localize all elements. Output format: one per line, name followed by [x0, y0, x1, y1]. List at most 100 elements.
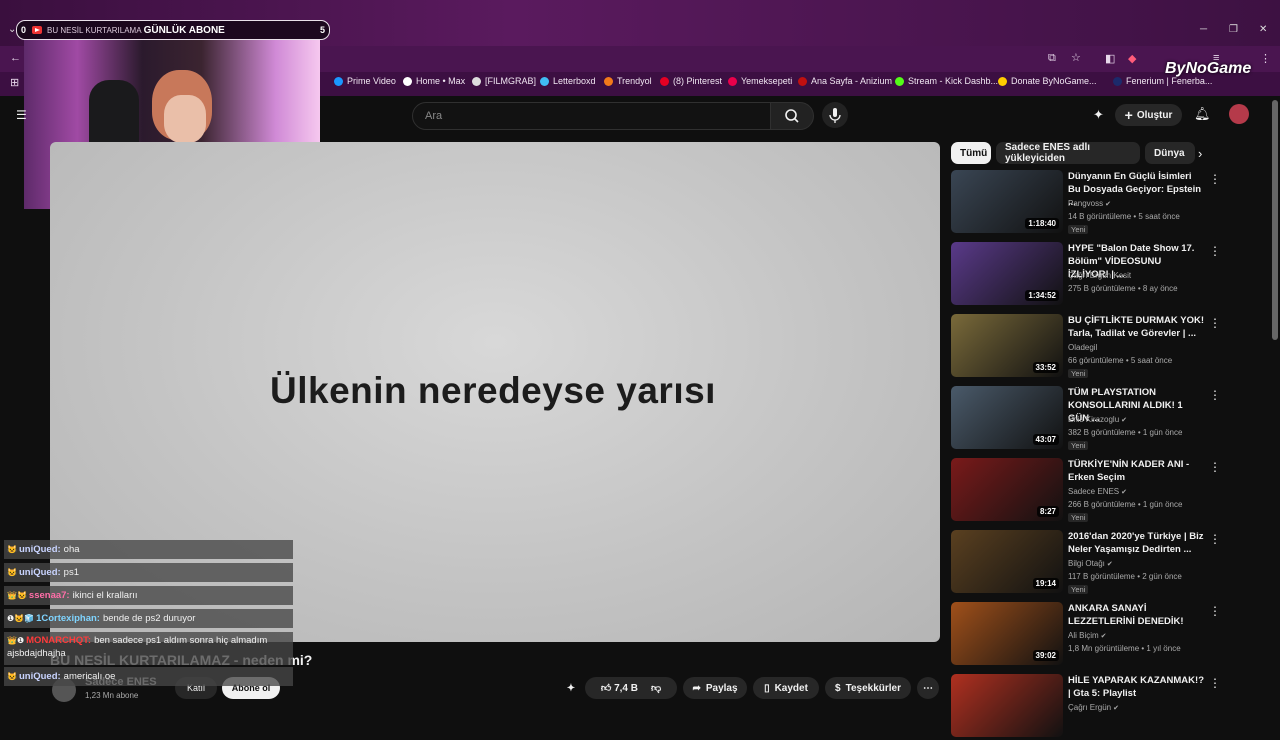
more-options-icon[interactable]: ⋮: [1209, 244, 1221, 258]
save-button[interactable]: ▯ Kaydet: [753, 677, 819, 699]
bookmark-star-icon[interactable]: ☆: [1071, 51, 1081, 64]
browser-menu-icon[interactable]: ⋮: [1260, 52, 1271, 65]
new-badge: Yeni: [1068, 441, 1089, 450]
recommended-title[interactable]: BU ÇİFTLİKTE DURMAK YOK! Tarla, Tadilat …: [1068, 314, 1204, 340]
notifications-bell-icon[interactable]: 🔔︎: [1194, 106, 1211, 122]
video-thumbnail[interactable]: 1:18:40: [951, 170, 1063, 233]
recommended-channel[interactable]: Ali Biçim ✔: [1068, 631, 1106, 640]
bookmark-item[interactable]: Ana Sayfa - Anizium: [798, 76, 892, 86]
video-thumbnail[interactable]: 33:52: [951, 314, 1063, 377]
more-options-icon[interactable]: ⋮: [1209, 172, 1221, 186]
video-thumbnail[interactable]: [951, 674, 1063, 737]
recommended-channel[interactable]: Sadece ENES ✔: [1068, 487, 1127, 496]
recommended-video[interactable]: 8:27 TÜRKİYE'NİN KADER ANI - Erken Seçim S…: [951, 458, 1221, 524]
verified-check-icon: ✔: [1119, 417, 1127, 424]
recommended-channel[interactable]: Bilgi Otağı ✔: [1068, 559, 1113, 568]
recommended-title[interactable]: TÜRKİYE'NİN KADER ANI - Erken Seçim: [1068, 458, 1204, 484]
recommended-video[interactable]: 19:14 2016'dan 2020'ye Türkiye | Biz Nele…: [951, 530, 1221, 596]
dislike-button[interactable]: 👎︎: [651, 682, 661, 694]
more-options-icon[interactable]: ⋮: [1209, 604, 1221, 618]
bookmark-item[interactable]: Letterboxd: [540, 76, 596, 86]
translate-icon[interactable]: ◧: [1105, 52, 1115, 65]
more-options-icon[interactable]: ⋮: [1209, 388, 1221, 402]
bookmark-item[interactable]: Prime Video: [334, 76, 396, 86]
chip-world[interactable]: Dünya: [1145, 142, 1195, 164]
video-thumbnail[interactable]: 39:02: [951, 602, 1063, 665]
recommended-video[interactable]: HİLE YAPARAK KAZANMAK!? | Gta 5: Playlis…: [951, 674, 1221, 740]
verified-check-icon: ✔: [1104, 561, 1113, 568]
ask-ai-icon[interactable]: ✦: [560, 677, 582, 699]
more-options-icon[interactable]: ⋮: [1209, 460, 1221, 474]
recommended-channel[interactable]: Çağrı Ergün Kesit: [1068, 271, 1131, 280]
chip-channel[interactable]: Sadece ENES adlı yükleyiciden: [996, 142, 1140, 164]
voice-search-button[interactable]: [822, 102, 848, 128]
close-icon[interactable]: ✕: [1259, 24, 1267, 35]
bookmark-label: Letterboxd: [553, 76, 596, 86]
maximize-icon[interactable]: ❐: [1229, 24, 1238, 35]
share-button[interactable]: ➦ Paylaş: [683, 677, 747, 699]
create-button[interactable]: + Oluştur: [1115, 104, 1182, 126]
more-options-icon[interactable]: ⋮: [1209, 532, 1221, 546]
like-button[interactable]: 👍︎ 7,4 B: [601, 682, 638, 694]
recommended-channel[interactable]: Pangvoss ✔: [1068, 199, 1111, 208]
video-thumbnail[interactable]: 1:34:52: [951, 242, 1063, 305]
search-button[interactable]: [770, 102, 814, 130]
account-avatar[interactable]: [1229, 104, 1249, 124]
bookmark-item[interactable]: [FILMGRAB]: [472, 76, 536, 86]
video-duration: 33:52: [1032, 362, 1059, 373]
more-actions-button[interactable]: ⋯: [917, 677, 939, 699]
install-app-icon[interactable]: ⧉: [1048, 52, 1056, 65]
minimize-icon[interactable]: ─: [1200, 24, 1207, 35]
search-icon: [785, 109, 799, 123]
bookmark-item[interactable]: Yemeksepeti: [728, 76, 792, 86]
chevron-right-icon[interactable]: ›: [1198, 146, 1202, 161]
chat-text: ps1: [63, 567, 79, 578]
verified-check-icon: ✔: [1119, 489, 1127, 496]
hamburger-menu-icon[interactable]: ☰: [16, 108, 27, 122]
back-icon[interactable]: ←: [10, 52, 21, 64]
recommended-channel-name: Ali Biçim: [1068, 631, 1099, 640]
new-badge: Yeni: [1068, 585, 1089, 594]
bookmark-label: Donate ByNoGame...: [1011, 76, 1097, 86]
recommended-channel[interactable]: Çağrı Ergün ✔: [1068, 703, 1119, 712]
more-options-icon[interactable]: ⋮: [1209, 676, 1221, 690]
recommended-video[interactable]: 33:52 BU ÇİFTLİKTE DURMAK YOK! Tarla, Tad…: [951, 314, 1221, 380]
recommended-title[interactable]: HİLE YAPARAK KAZANMAK!? | Gta 5: Playlis…: [1068, 674, 1204, 700]
bookmark-item[interactable]: Donate ByNoGame...: [998, 76, 1097, 86]
recommended-channel-name: Pangvoss: [1068, 199, 1104, 208]
bookmark-item[interactable]: Home • Max: [403, 76, 465, 86]
recommended-title[interactable]: ANKARA SANAYİ LEZZETLERİNİ DENEDİK!: [1068, 602, 1204, 628]
premium-sparkle-icon[interactable]: ✦: [1093, 107, 1104, 123]
recommended-video[interactable]: 1:34:52 HYPE "Balon Date Show 17. Bölüm" …: [951, 242, 1221, 308]
chat-message: 👑❶ MONARCHQT: ben sadece ps1 aldım sonra h…: [4, 632, 293, 665]
recommended-channel[interactable]: Oladegil: [1068, 343, 1097, 352]
scrollbar[interactable]: [1272, 100, 1278, 340]
bookmark-favicon-icon: [472, 76, 481, 86]
more-options-icon[interactable]: ⋮: [1209, 316, 1221, 330]
chip-all[interactable]: Tümü: [951, 142, 991, 164]
new-badge: Yeni: [1068, 225, 1089, 234]
recommended-video[interactable]: 39:02 ANKARA SANAYİ LEZZETLERİNİ DENEDİK!…: [951, 602, 1221, 668]
video-duration: 19:14: [1032, 578, 1059, 589]
video-thumbnail[interactable]: 8:27: [951, 458, 1063, 521]
chat-username: uniQued:: [18, 671, 61, 682]
recommended-title[interactable]: 2016'dan 2020'ye Türkiye | Biz Neler Yaş…: [1068, 530, 1204, 556]
bookmark-label: Stream - Kick Dashb...: [908, 76, 999, 86]
recommended-channel[interactable]: Enis Kirazoglu ✔: [1068, 415, 1127, 424]
video-thumbnail[interactable]: 43:07: [951, 386, 1063, 449]
thanks-button[interactable]: $ Teşekkürler: [825, 677, 911, 699]
bookmark-item[interactable]: Stream - Kick Dashb...: [895, 76, 998, 86]
apps-grid-icon[interactable]: ⊞: [10, 76, 19, 89]
recommended-video[interactable]: 1:18:40 Dünyanın En Güçlü İsimleri Bu Dos…: [951, 170, 1221, 236]
bookmark-item[interactable]: Trendyol: [604, 76, 652, 86]
video-thumbnail[interactable]: 19:14: [951, 530, 1063, 593]
thanks-label: Teşekkürler: [845, 682, 901, 694]
recommended-video[interactable]: 43:07 TÜM PLAYSTATION KONSOLLARINI ALDIK!…: [951, 386, 1221, 452]
recommended-channel-name: Çağrı Ergün Kesit: [1068, 271, 1132, 280]
bookmark-favicon-icon: [895, 76, 904, 86]
extension-icon[interactable]: ◆: [1128, 52, 1136, 65]
new-badge: Yeni: [1068, 369, 1089, 378]
chat-badge-icon: 😺: [7, 672, 17, 681]
search-input[interactable]: Ara: [412, 102, 772, 130]
bookmark-item[interactable]: (8) Pinterest: [660, 76, 722, 86]
